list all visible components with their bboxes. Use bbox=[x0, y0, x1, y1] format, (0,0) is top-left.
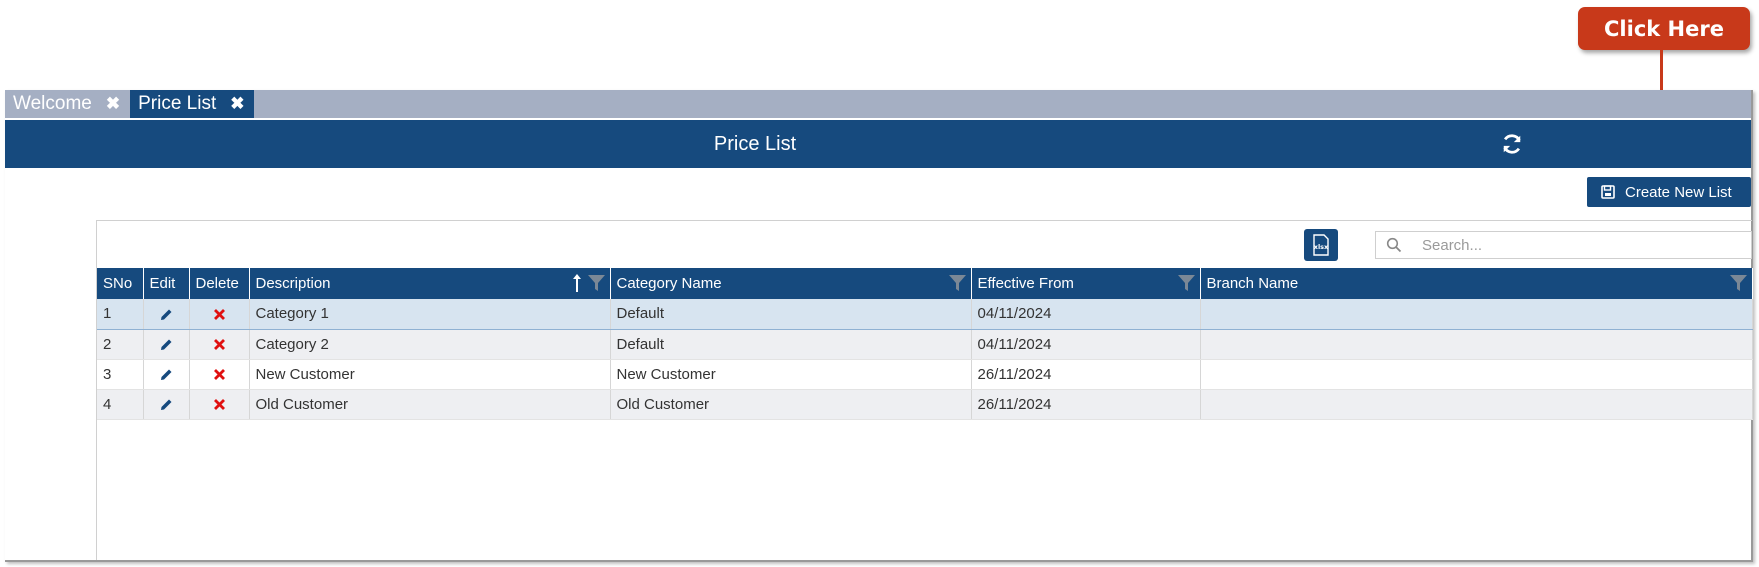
cell-delete bbox=[189, 329, 250, 360]
tab-price-list-close-icon[interactable]: ✖ bbox=[230, 94, 244, 114]
search-input[interactable] bbox=[1412, 236, 1751, 254]
cell-edit bbox=[143, 329, 190, 360]
table-header-row: SNo Edit Delete Description Category Nam… bbox=[97, 268, 1753, 299]
cell-edit bbox=[143, 389, 190, 420]
delete-icon[interactable] bbox=[213, 399, 225, 411]
column-header-edit: Edit bbox=[143, 268, 190, 299]
xlsx-icon: xlsx bbox=[1313, 234, 1329, 256]
cell-branch-name bbox=[1200, 329, 1753, 360]
xlsx-label: xlsx bbox=[1314, 243, 1329, 251]
column-header-delete: Delete bbox=[189, 268, 250, 299]
refresh-icon[interactable] bbox=[1501, 133, 1523, 155]
cell-category-name: Old Customer bbox=[610, 389, 972, 420]
cell-sno: 3 bbox=[97, 359, 144, 390]
column-header-description[interactable]: Description bbox=[249, 268, 611, 299]
delete-icon[interactable] bbox=[213, 308, 225, 320]
tab-price-list-label: Price List bbox=[138, 93, 217, 114]
create-new-list-label: Create New List bbox=[1625, 183, 1732, 201]
cell-effective-from: 04/11/2024 bbox=[971, 299, 1201, 330]
tab-welcome-label: Welcome bbox=[13, 93, 92, 114]
cell-sno: 4 bbox=[97, 389, 144, 420]
table-row[interactable]: 3 New Customer New Customer 26/11/2024 bbox=[97, 359, 1753, 390]
app-window: Welcome ✖ Price List ✖ Price List Create… bbox=[5, 90, 1753, 562]
edit-icon[interactable] bbox=[160, 368, 173, 381]
table-row[interactable]: 4 Old Customer Old Customer 26/11/2024 bbox=[97, 389, 1753, 420]
price-list-table: SNo Edit Delete Description Category Nam… bbox=[97, 268, 1753, 420]
cell-description: New Customer bbox=[249, 359, 611, 390]
cell-category-name: Default bbox=[610, 299, 972, 330]
save-icon bbox=[1601, 185, 1615, 199]
cell-category-name: Default bbox=[610, 329, 972, 360]
column-header-description-label: Description bbox=[255, 275, 331, 292]
cell-branch-name bbox=[1200, 299, 1753, 330]
cell-delete bbox=[189, 359, 250, 390]
cell-category-name: New Customer bbox=[610, 359, 972, 390]
tab-price-list[interactable]: Price List ✖ bbox=[130, 90, 255, 118]
delete-icon[interactable] bbox=[213, 339, 225, 351]
column-header-effective-from[interactable]: Effective From bbox=[971, 268, 1201, 299]
table-row[interactable]: 1 Category 1 Default 04/11/2024 bbox=[97, 299, 1753, 330]
edit-icon[interactable] bbox=[160, 398, 173, 411]
page-title: Price List bbox=[713, 132, 797, 155]
sort-ascending-icon[interactable] bbox=[572, 273, 582, 293]
cell-description: Category 2 bbox=[249, 329, 611, 360]
edit-icon[interactable] bbox=[160, 338, 173, 351]
column-header-category-name[interactable]: Category Name bbox=[610, 268, 972, 299]
create-new-list-button[interactable]: Create New List bbox=[1587, 177, 1751, 207]
column-header-category-name-label: Category Name bbox=[616, 275, 722, 292]
cell-sno: 1 bbox=[97, 299, 144, 330]
filter-icon[interactable] bbox=[587, 275, 605, 291]
cell-edit bbox=[143, 359, 190, 390]
grid-panel: xlsx SNo Edit Delete Description bbox=[96, 220, 1753, 560]
search-icon bbox=[1386, 237, 1402, 253]
page-header: Price List bbox=[5, 120, 1751, 168]
search-box bbox=[1375, 231, 1752, 259]
filter-icon[interactable] bbox=[1177, 275, 1195, 291]
cell-delete bbox=[189, 389, 250, 420]
cell-delete bbox=[189, 299, 250, 330]
table-row[interactable]: 2 Category 2 Default 04/11/2024 bbox=[97, 329, 1753, 360]
tab-welcome-close-icon[interactable]: ✖ bbox=[106, 94, 120, 114]
cell-effective-from: 26/11/2024 bbox=[971, 389, 1201, 420]
cell-sno: 2 bbox=[97, 329, 144, 360]
export-xlsx-button[interactable]: xlsx bbox=[1304, 229, 1338, 261]
cell-branch-name bbox=[1200, 359, 1753, 390]
cell-effective-from: 26/11/2024 bbox=[971, 359, 1201, 390]
cell-edit bbox=[143, 299, 190, 330]
tab-bar: Welcome ✖ Price List ✖ bbox=[5, 90, 1751, 118]
callout-label: Click Here bbox=[1604, 16, 1724, 41]
click-here-callout: Click Here bbox=[1578, 7, 1750, 50]
delete-icon[interactable] bbox=[213, 369, 225, 381]
filter-icon[interactable] bbox=[1730, 275, 1747, 291]
column-header-sno[interactable]: SNo bbox=[97, 268, 144, 299]
filter-icon[interactable] bbox=[948, 275, 966, 291]
cell-effective-from: 04/11/2024 bbox=[971, 329, 1201, 360]
column-header-branch-name[interactable]: Branch Name bbox=[1200, 268, 1753, 299]
tab-welcome[interactable]: Welcome ✖ bbox=[5, 90, 130, 118]
column-header-branch-name-label: Branch Name bbox=[1206, 275, 1299, 292]
column-header-effective-from-label: Effective From bbox=[977, 275, 1074, 292]
cell-description: Old Customer bbox=[249, 389, 611, 420]
edit-icon[interactable] bbox=[160, 308, 173, 321]
cell-branch-name bbox=[1200, 389, 1753, 420]
cell-description: Category 1 bbox=[249, 299, 611, 330]
